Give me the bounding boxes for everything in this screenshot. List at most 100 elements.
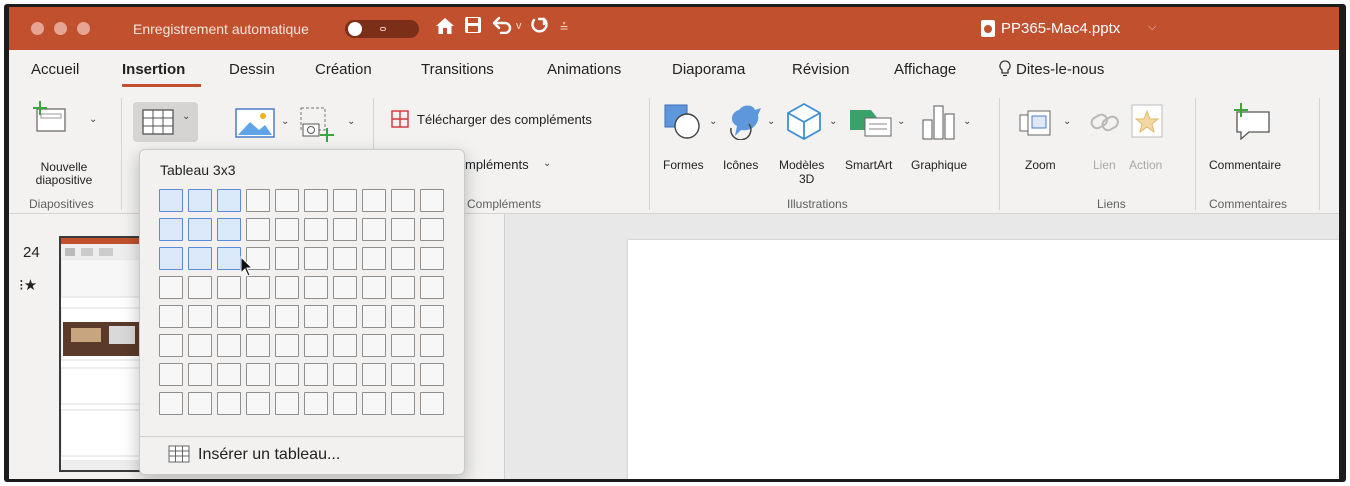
table-grid-cell[interactable] xyxy=(362,276,386,299)
table-grid-cell[interactable] xyxy=(304,276,328,299)
table-grid-cell[interactable] xyxy=(391,305,415,328)
table-grid-cell[interactable] xyxy=(362,189,386,212)
close-window-button[interactable] xyxy=(31,22,44,35)
table-grid-cell[interactable] xyxy=(217,334,241,357)
table-grid-cell[interactable] xyxy=(362,218,386,241)
table-grid-cell[interactable] xyxy=(159,276,183,299)
table-grid-cell[interactable] xyxy=(420,189,444,212)
zoom-icon[interactable] xyxy=(1019,110,1059,139)
table-grid-cell[interactable] xyxy=(246,363,270,386)
table-grid-cell[interactable] xyxy=(391,189,415,212)
table-grid-cell[interactable] xyxy=(420,276,444,299)
table-grid-cell[interactable] xyxy=(333,392,357,415)
document-title[interactable]: PP365-Mac4.pptx xyxy=(1001,20,1120,37)
table-grid-cell[interactable] xyxy=(304,392,328,415)
table-grid-cell[interactable] xyxy=(217,305,241,328)
table-grid-cell[interactable] xyxy=(275,276,299,299)
document-menu-chevron[interactable]: ⌵ xyxy=(1148,21,1156,34)
tab-affichage[interactable]: Affichage xyxy=(894,61,956,78)
table-grid-cell[interactable] xyxy=(159,305,183,328)
table-dropdown-chevron[interactable]: ⌄ xyxy=(182,111,190,122)
insert-table-menu-item[interactable]: Insérer un tableau... xyxy=(168,438,458,470)
smartart-dropdown-chevron[interactable]: ⌄ xyxy=(897,116,905,127)
chart-icon[interactable] xyxy=(921,102,957,143)
table-grid-cell[interactable] xyxy=(188,276,212,299)
tab-tell-me[interactable]: Dites-le-nous xyxy=(1016,61,1104,78)
table-grid-cell[interactable] xyxy=(333,363,357,386)
redo-icon[interactable] xyxy=(530,16,550,43)
tab-accueil[interactable]: Accueil xyxy=(31,61,79,78)
my-add-ins-label[interactable]: mpléments xyxy=(465,158,529,172)
table-grid-cell[interactable] xyxy=(246,305,270,328)
new-slide-icon[interactable] xyxy=(31,100,69,137)
table-grid-cell[interactable] xyxy=(188,218,212,241)
add-ins-store-icon[interactable] xyxy=(391,110,409,131)
table-grid-cell[interactable] xyxy=(159,247,183,270)
table-grid-cell[interactable] xyxy=(304,305,328,328)
table-grid-cell[interactable] xyxy=(159,189,183,212)
table-grid-cell[interactable] xyxy=(246,276,270,299)
slide-thumbnail[interactable] xyxy=(59,236,147,472)
table-grid-cell[interactable] xyxy=(246,334,270,357)
undo-icon[interactable] xyxy=(492,16,512,41)
add-ins-store-label[interactable]: Télécharger des compléments xyxy=(417,113,592,127)
table-grid-cell[interactable] xyxy=(159,363,183,386)
table-grid-cell[interactable] xyxy=(420,305,444,328)
table-grid-cell[interactable] xyxy=(420,218,444,241)
table-grid-cell[interactable] xyxy=(362,247,386,270)
tab-animations[interactable]: Animations xyxy=(547,61,621,78)
table-grid-cell[interactable] xyxy=(362,334,386,357)
table-grid-cell[interactable] xyxy=(333,305,357,328)
screenshot-dropdown-chevron[interactable]: ⌄ xyxy=(347,116,355,127)
table-grid-cell[interactable] xyxy=(420,334,444,357)
minimize-window-button[interactable] xyxy=(54,22,67,35)
table-grid-cell[interactable] xyxy=(188,334,212,357)
tab-revision[interactable]: Révision xyxy=(792,61,850,78)
table-grid-cell[interactable] xyxy=(391,392,415,415)
table-grid-cell[interactable] xyxy=(391,334,415,357)
table-grid-cell[interactable] xyxy=(304,247,328,270)
table-grid-cell[interactable] xyxy=(275,334,299,357)
3d-models-dropdown-chevron[interactable]: ⌄ xyxy=(829,116,837,127)
table-grid-cell[interactable] xyxy=(304,334,328,357)
table-grid-cell[interactable] xyxy=(391,218,415,241)
table-grid-cell[interactable] xyxy=(275,305,299,328)
save-icon[interactable] xyxy=(464,16,482,41)
table-grid-cell[interactable] xyxy=(159,392,183,415)
tab-transitions[interactable]: Transitions xyxy=(421,61,494,78)
zoom-window-button[interactable] xyxy=(77,22,90,35)
table-grid-cell[interactable] xyxy=(217,247,241,270)
table-grid-cell[interactable] xyxy=(275,392,299,415)
table-grid-cell[interactable] xyxy=(304,363,328,386)
undo-dropdown-chevron[interactable]: v xyxy=(516,20,522,32)
table-grid-cell[interactable] xyxy=(188,247,212,270)
table-grid-cell[interactable] xyxy=(217,392,241,415)
picture-dropdown-chevron[interactable]: ⌄ xyxy=(281,116,289,127)
table-grid-cell[interactable] xyxy=(304,189,328,212)
3d-models-icon[interactable] xyxy=(785,102,823,143)
zoom-dropdown-chevron[interactable]: ⌄ xyxy=(1063,116,1071,127)
table-grid-cell[interactable] xyxy=(246,218,270,241)
comment-icon[interactable] xyxy=(1231,102,1271,143)
table-grid-cell[interactable] xyxy=(275,189,299,212)
table-grid-cell[interactable] xyxy=(246,392,270,415)
screenshot-icon[interactable] xyxy=(299,106,337,147)
shapes-icon[interactable] xyxy=(663,102,703,143)
table-grid-cell[interactable] xyxy=(188,305,212,328)
table-grid-cell[interactable] xyxy=(333,218,357,241)
icons-dropdown-chevron[interactable]: ⌄ xyxy=(767,116,775,127)
table-grid-cell[interactable] xyxy=(275,363,299,386)
table-grid-cell[interactable] xyxy=(420,363,444,386)
table-grid-cell[interactable] xyxy=(333,334,357,357)
tab-dessin[interactable]: Dessin xyxy=(229,61,275,78)
table-grid-cell[interactable] xyxy=(188,363,212,386)
table-grid-cell[interactable] xyxy=(159,218,183,241)
table-grid-cell[interactable] xyxy=(246,189,270,212)
table-grid-cell[interactable] xyxy=(420,247,444,270)
table-grid-cell[interactable] xyxy=(391,247,415,270)
home-icon[interactable] xyxy=(435,16,455,43)
chart-dropdown-chevron[interactable]: ⌄ xyxy=(963,116,971,127)
my-add-ins-chevron[interactable]: ⌄ xyxy=(543,158,551,169)
table-grid-cell[interactable] xyxy=(420,392,444,415)
picture-icon[interactable] xyxy=(235,108,275,141)
